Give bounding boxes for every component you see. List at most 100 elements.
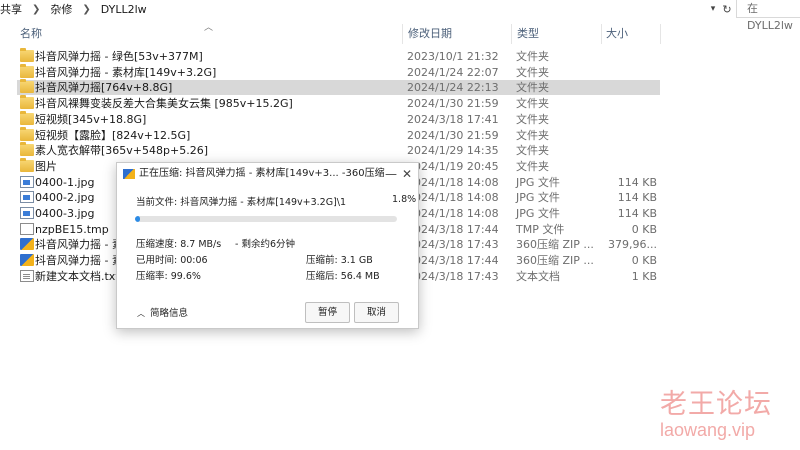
compression-ratio-label: 压缩率: 99.6% (136, 271, 201, 282)
file-date: 2024/3/18 17:44 (407, 222, 499, 236)
file-size: 0 KB (631, 222, 657, 236)
column-size[interactable]: 大小 (606, 22, 628, 46)
address-bar[interactable]: 共享 ❯ 杂修 ❯ DYLL2lw ▾ ↻ 在 DYLL2lw (0, 0, 800, 32)
column-name[interactable]: 名称 (20, 22, 42, 46)
folder-icon (20, 79, 34, 94)
breadcrumb-item-share[interactable]: 共享 (0, 1, 26, 17)
file-date: 2024/3/18 17:43 (407, 238, 499, 252)
file-row[interactable]: 素人宽衣解带[365v+548p+5.26] 2024/1/29 14:35 文件夹 (17, 142, 660, 158)
file-name: 抖音风弹力摇[764v+8.8G] (35, 81, 173, 95)
file-date: 2024/1/29 14:35 (407, 144, 499, 158)
file-name: 新建文本文档.txt (35, 269, 120, 283)
file-type: JPG 文件 (516, 207, 560, 220)
tmp-file-icon (20, 222, 34, 235)
file-type: JPG 文件 (516, 191, 560, 205)
column-divider[interactable] (402, 24, 403, 44)
file-date: 2024/1/24 22:13 (407, 81, 499, 95)
file-type: TMP 文件 (516, 222, 565, 236)
zip-file-icon (20, 254, 34, 267)
dialog-title: 正在压缩: 抖音风弹力摇 - 素材库[149v+3... -360压缩 (139, 168, 385, 179)
compression-progress-dialog: 正在压缩: 抖音风弹力摇 - 素材库[149v+3... -360压缩 — ✕ … (116, 162, 419, 329)
folder-icon (20, 142, 34, 157)
dialog-footer: ︿ 简略信息 暂停 取消 (117, 291, 418, 329)
dialog-titlebar[interactable]: 正在压缩: 抖音风弹力摇 - 素材库[149v+3... -360压缩 — ✕ (117, 163, 418, 185)
file-type: 文件夹 (516, 81, 549, 95)
file-name: 抖音风裸舞变装反差大合集美女云集 [985v+15.2G] (35, 97, 293, 111)
pause-button[interactable]: 暂停 (305, 302, 350, 323)
file-name: 短视频【露脸】[824v+12.5G] (35, 128, 191, 142)
breadcrumb-item-current[interactable]: DYLL2lw (97, 3, 151, 16)
progress-bar (135, 216, 397, 222)
file-name: 0400-3.jpg (35, 207, 95, 220)
folder-icon (20, 110, 34, 125)
column-divider[interactable] (601, 24, 602, 44)
file-type: 文件夹 (516, 128, 549, 142)
column-type[interactable]: 类型 (517, 22, 539, 46)
watermark-logo-text: 老王论坛 (660, 389, 772, 420)
speed-label: 压缩速度: 8.7 MB/s (136, 239, 222, 250)
file-type: 文件夹 (516, 144, 549, 158)
current-file-label: 当前文件: 抖音风弹力摇 - 素材库[149v+3.2G]\1 (136, 197, 347, 208)
file-date: 2023/10/1 21:32 (407, 50, 499, 63)
file-row[interactable]: 抖音风弹力摇[764v+8.8G] 2024/1/24 22:13 文件夹 (17, 79, 660, 96)
file-row[interactable]: 短视频【露脸】[824v+12.5G] 2024/1/30 21:59 文件夹 (17, 126, 660, 143)
file-date: 2024/1/19 20:45 (407, 159, 499, 173)
folder-icon (20, 48, 34, 62)
watermark-url: laowang.vip (660, 420, 756, 440)
file-size: 1 KB (631, 269, 657, 283)
file-type: 文件夹 (516, 159, 549, 173)
column-date[interactable]: 修改日期 (408, 22, 452, 46)
breadcrumb: 共享 ❯ 杂修 ❯ DYLL2lw (0, 0, 700, 18)
file-name: 0400-2.jpg (35, 191, 95, 205)
sort-ascending-icon: ︿ (204, 23, 214, 33)
size-after-label: 压缩后: 56.4 MB (306, 271, 380, 282)
folder-icon (20, 63, 34, 78)
file-type: JPG 文件 (516, 175, 560, 189)
zip-file-icon (20, 238, 34, 251)
refresh-icon[interactable]: ↻ (720, 1, 734, 17)
file-type: 360压缩 ZIP ... (516, 254, 594, 268)
file-type: 文件夹 (516, 97, 549, 111)
jpg-file-icon (20, 175, 34, 188)
column-divider[interactable] (511, 24, 512, 44)
jpg-file-icon (20, 191, 34, 204)
chevron-right-icon: ❯ (82, 3, 91, 15)
folder-icon (20, 126, 34, 141)
chevron-up-icon: ︿ (137, 309, 145, 318)
size-before-label: 压缩前: 3.1 GB (306, 255, 373, 266)
cancel-button[interactable]: 取消 (354, 302, 399, 323)
progress-bar-fill (135, 216, 140, 222)
file-name: 0400-1.jpg (35, 175, 95, 189)
folder-icon (20, 157, 34, 172)
file-size: 114 KB (617, 191, 657, 205)
search-input[interactable]: 在 DYLL2lw (736, 0, 800, 32)
file-name: 短视频[345v+18.8G] (35, 112, 147, 126)
breadcrumb-item-zaxiu[interactable]: 杂修 (46, 1, 76, 17)
file-type: 文件夹 (516, 50, 549, 63)
file-type: 文件夹 (516, 65, 549, 79)
progress-percent: 1.8% (392, 194, 417, 205)
file-name: 图片 (35, 159, 57, 173)
file-type: 360压缩 ZIP ... (516, 238, 594, 252)
file-row[interactable]: 抖音风弹力摇 - 绿色[53v+377M] 2023/10/1 21:32 文件夹 (17, 48, 660, 64)
file-date: 2024/1/30 21:59 (407, 97, 499, 111)
file-date: 2024/1/18 14:08 (407, 191, 499, 205)
file-name: 抖音风弹力摇 - 素材库[149v+3.2G] (35, 65, 217, 79)
file-date: 2024/1/24 22:07 (407, 65, 499, 79)
file-name: 抖音风弹力摇 - 绿色[53v+377M] (35, 50, 203, 63)
close-icon[interactable]: ✕ (400, 165, 414, 183)
file-date: 2024/3/18 17:43 (407, 269, 499, 283)
file-row[interactable]: 短视频[345v+18.8G] 2024/3/18 17:41 文件夹 (17, 110, 660, 127)
file-size: 114 KB (617, 175, 657, 189)
minimize-icon[interactable]: — (384, 165, 398, 183)
file-row[interactable]: 抖音风裸舞变装反差大合集美女云集 [985v+15.2G] 2024/1/30 2… (17, 95, 660, 111)
details-toggle[interactable]: ︿ 简略信息 (137, 305, 188, 319)
file-row[interactable]: 抖音风弹力摇 - 素材库[149v+3.2G] 2024/1/24 22:07 文件… (17, 63, 660, 80)
file-size: 114 KB (617, 207, 657, 220)
column-divider[interactable] (660, 24, 661, 44)
file-date: 2024/1/18 14:08 (407, 207, 499, 220)
chevron-down-icon[interactable]: ▾ (706, 1, 720, 17)
archive-app-icon (123, 169, 135, 179)
remaining-time-label: - 剩余约6分钟 (235, 239, 295, 250)
elapsed-time-label: 已用时间: 00:06 (136, 255, 208, 266)
